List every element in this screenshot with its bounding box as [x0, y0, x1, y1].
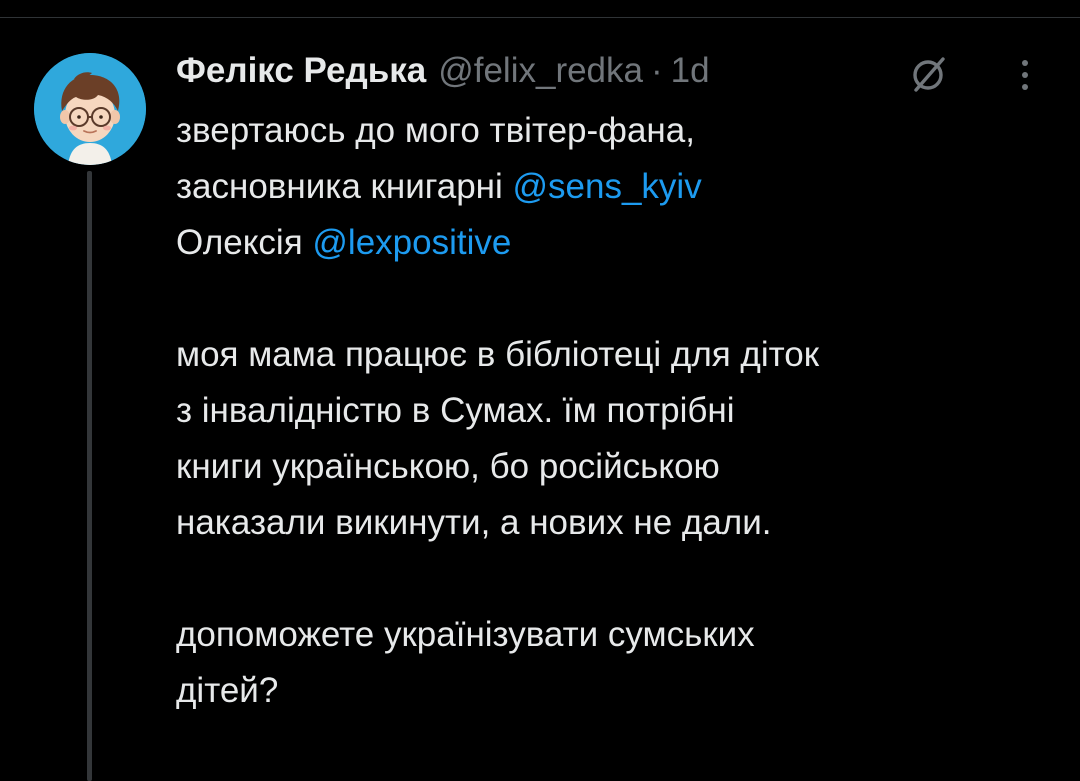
tweet-text-segment: книги українською, бо російською — [176, 447, 720, 486]
tweet-text-segment: допоможете українізувати сумських — [176, 615, 755, 654]
tweet-line: з інвалідністю в Сумах. їм потрібні — [176, 383, 1056, 439]
tweet-line: дітей? — [176, 663, 1056, 719]
separator-dot: · — [651, 51, 663, 90]
tweet-line: книги українською, бо російською — [176, 439, 1056, 495]
tweet[interactable]: Фелікс Редька @felix_redka · 1d звертаюс… — [0, 19, 1080, 781]
mention-link[interactable]: @sens_kyiv — [513, 167, 702, 206]
grok-icon[interactable] — [906, 53, 950, 97]
tweet-text: звертаюсь до мого твітер-фана, засновника… — [176, 103, 1056, 719]
tweet-paragraph: моя мама працює в бібліотеці для діток з … — [176, 327, 1056, 551]
tweet-paragraph: звертаюсь до мого твітер-фана, засновника… — [176, 103, 1056, 271]
tweet-text-segment: з інвалідністю в Сумах. їм потрібні — [176, 391, 735, 430]
tweet-text-segment: звертаюсь до мого твітер-фана, — [176, 111, 695, 150]
avatar[interactable] — [34, 53, 146, 165]
tweet-text-segment: засновника книгарні — [176, 167, 513, 206]
thread-line — [87, 171, 92, 781]
tweet-text-segment: Олексія — [176, 223, 313, 262]
tweet-line: наказали викинути, а нових не дали. — [176, 495, 1056, 551]
tweet-text-segment: наказали викинути, а нових не дали. — [176, 503, 772, 542]
tweet-line: допоможете українізувати сумських — [176, 607, 1056, 663]
timestamp[interactable]: 1d — [671, 51, 710, 91]
tweet-header: Фелікс Редька @felix_redka · 1d — [176, 49, 710, 93]
tweet-line: моя мама працює в бібліотеці для діток — [176, 327, 1056, 383]
tweet-line: звертаюсь до мого твітер-фана, — [176, 103, 1056, 159]
tweet-line: Олексія @lexpositive — [176, 215, 1056, 271]
author-display-name[interactable]: Фелікс Редька — [176, 51, 426, 91]
tweet-paragraph: допоможете українізувати сумських дітей? — [176, 607, 1056, 719]
mention-link[interactable]: @lexpositive — [312, 223, 511, 262]
cartoon-avatar-icon — [34, 53, 146, 165]
tweet-text-segment: дітей? — [176, 671, 279, 710]
more-options-icon[interactable] — [1010, 53, 1040, 97]
author-handle[interactable]: @felix_redka — [438, 51, 643, 91]
tweet-line: засновника книгарні @sens_kyiv — [176, 159, 1056, 215]
tweet-text-segment: моя мама працює в бібліотеці для діток — [176, 335, 820, 374]
top-divider — [0, 0, 1080, 18]
